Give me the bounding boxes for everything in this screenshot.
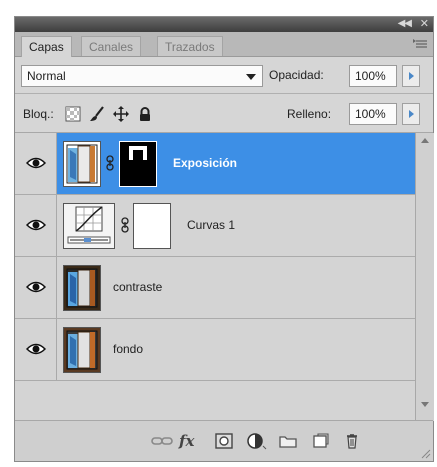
- panel-titlebar: ◀◀ ✕: [15, 17, 433, 32]
- layers-panel: ◀◀ ✕ Capas Canales Trazados Normal Opaci…: [14, 16, 434, 462]
- layer-thumbnail: [63, 265, 101, 311]
- visibility-toggle[interactable]: [15, 133, 57, 194]
- blend-mode-select[interactable]: Normal: [21, 65, 263, 87]
- visibility-toggle[interactable]: [15, 195, 57, 256]
- collapse-icon[interactable]: ◀◀: [398, 18, 412, 29]
- eye-icon: [26, 157, 46, 169]
- eye-icon: [26, 343, 46, 355]
- layer-name[interactable]: fondo: [113, 342, 143, 356]
- curves-adjustment-icon: [63, 203, 115, 249]
- eye-icon: [26, 281, 46, 293]
- layer-mask-thumbnail[interactable]: [119, 141, 157, 187]
- lock-label: Bloq.:: [23, 107, 54, 121]
- fx-icon[interactable]: fx: [179, 431, 201, 451]
- layer-mask-thumbnail[interactable]: [133, 203, 171, 249]
- blend-row: Normal Opacidad: 100%: [15, 57, 433, 94]
- layers-list: Exposición Curvas 1 contraste fondo: [15, 133, 415, 421]
- new-layer-icon[interactable]: [309, 431, 331, 451]
- layer-row-contraste[interactable]: contraste: [15, 257, 415, 319]
- scroll-up-icon[interactable]: [421, 138, 429, 143]
- link-chain-icon[interactable]: [106, 155, 114, 171]
- tab-canales[interactable]: Canales: [81, 36, 142, 56]
- scroll-down-icon[interactable]: [421, 402, 429, 407]
- layer-row-fondo[interactable]: fondo: [15, 319, 415, 381]
- trash-icon[interactable]: [341, 431, 363, 451]
- layer-thumbnail: [63, 327, 101, 373]
- opacity-field[interactable]: 100%: [349, 65, 397, 87]
- lock-all-icon[interactable]: [137, 106, 153, 122]
- layer-row-curvas[interactable]: Curvas 1: [15, 195, 415, 257]
- panel-menu-icon[interactable]: [413, 38, 429, 50]
- visibility-toggle[interactable]: [15, 319, 57, 380]
- mask-icon[interactable]: [213, 431, 235, 451]
- layer-name[interactable]: Curvas 1: [187, 218, 235, 232]
- opacity-label: Opacidad:: [269, 68, 324, 82]
- lock-pixels-brush-icon[interactable]: [89, 106, 105, 122]
- lock-row: Bloq.: Relleno: 100%: [15, 94, 433, 133]
- layer-row-exposicion[interactable]: Exposición: [15, 133, 415, 195]
- layers-bottom-toolbar: fx: [15, 420, 433, 461]
- blend-mode-value: Normal: [27, 69, 66, 83]
- visibility-toggle[interactable]: [15, 257, 57, 318]
- link-layers-icon[interactable]: [151, 431, 173, 451]
- chevron-down-icon: [246, 74, 256, 80]
- fill-slider-button[interactable]: [402, 103, 420, 125]
- layer-name[interactable]: contraste: [113, 280, 162, 294]
- lock-transparency-icon[interactable]: [65, 106, 81, 122]
- opacity-slider-button[interactable]: [402, 65, 420, 87]
- tab-capas[interactable]: Capas: [21, 36, 72, 57]
- fill-field[interactable]: 100%: [349, 103, 397, 125]
- close-icon[interactable]: ✕: [420, 17, 429, 30]
- layer-thumbnail: [63, 141, 101, 187]
- fill-label: Relleno:: [287, 107, 332, 121]
- adjustment-layer-icon[interactable]: [245, 431, 267, 451]
- layers-scrollbar[interactable]: [415, 133, 434, 421]
- eye-icon: [26, 219, 46, 231]
- group-folder-icon[interactable]: [277, 431, 299, 451]
- resize-grip-icon[interactable]: [419, 447, 431, 459]
- link-chain-icon[interactable]: [121, 217, 129, 233]
- tab-bar: Capas Canales Trazados: [15, 32, 433, 57]
- lock-position-icon[interactable]: [113, 106, 129, 122]
- layer-name[interactable]: Exposición: [173, 156, 237, 170]
- tab-trazados[interactable]: Trazados: [157, 36, 223, 56]
